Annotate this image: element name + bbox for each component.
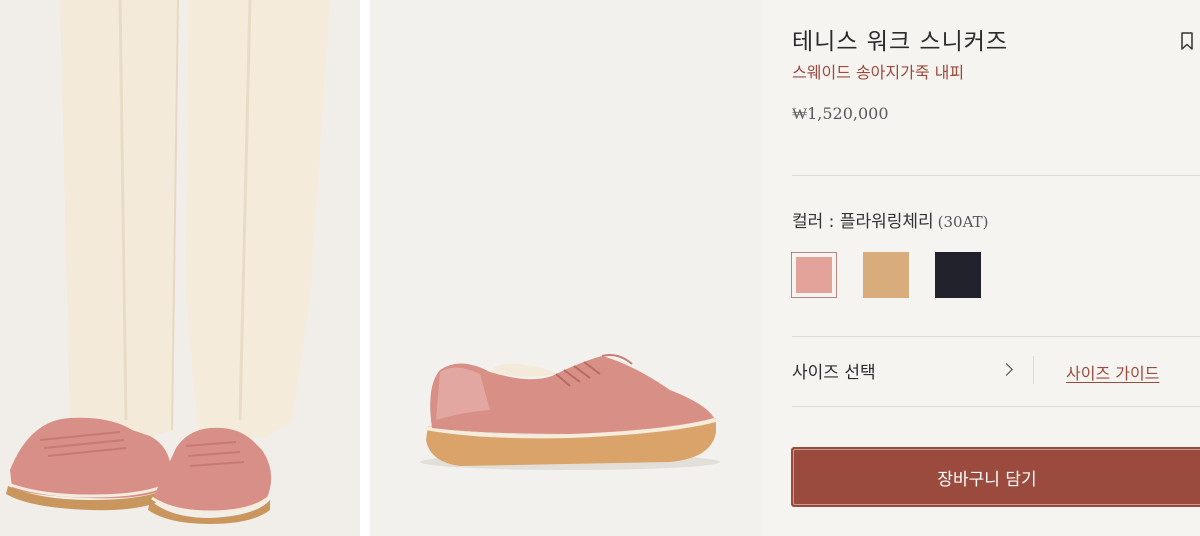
divider (792, 336, 1200, 337)
color-swatch-tan[interactable] (863, 252, 909, 298)
color-name: 컬러 : 플라워링체리 (792, 212, 934, 232)
add-to-cart-label: 장바구니 담기 (937, 469, 1037, 490)
divider (792, 175, 1200, 176)
swatch-fill (935, 252, 981, 298)
product-info-panel: 테니스 워크 스니커즈 스웨이드 송아지가죽 내피 ₩1,520,000 컬러 … (762, 0, 1200, 536)
model-photo[interactable] (0, 0, 360, 536)
divider (792, 406, 1200, 407)
swatch-fill (796, 257, 832, 293)
size-guide-link[interactable]: 사이즈 가이드 (1066, 360, 1159, 384)
product-subtitle: 스웨이드 송아지가죽 내피 (792, 63, 965, 82)
size-select[interactable]: 사이즈 선택 (792, 358, 876, 383)
color-swatch-navy[interactable] (935, 252, 981, 298)
add-to-cart-button[interactable]: 장바구니 담기 (791, 447, 1200, 507)
color-swatch-pink[interactable] (791, 252, 837, 298)
product-photo[interactable] (370, 0, 762, 536)
product-price: ₩1,520,000 (792, 104, 889, 123)
swatch-fill (863, 252, 909, 298)
gallery-divider (360, 0, 370, 536)
product-title: 테니스 워크 스니커즈 (792, 29, 1009, 55)
product-gallery (0, 0, 762, 536)
color-label: 컬러 : 플라워링체리 (30AT) (792, 207, 988, 232)
color-code: (30AT) (937, 213, 989, 231)
chevron-right-icon[interactable] (1000, 363, 1013, 376)
bookmark-icon[interactable] (1179, 30, 1195, 52)
size-separator (1033, 356, 1034, 384)
